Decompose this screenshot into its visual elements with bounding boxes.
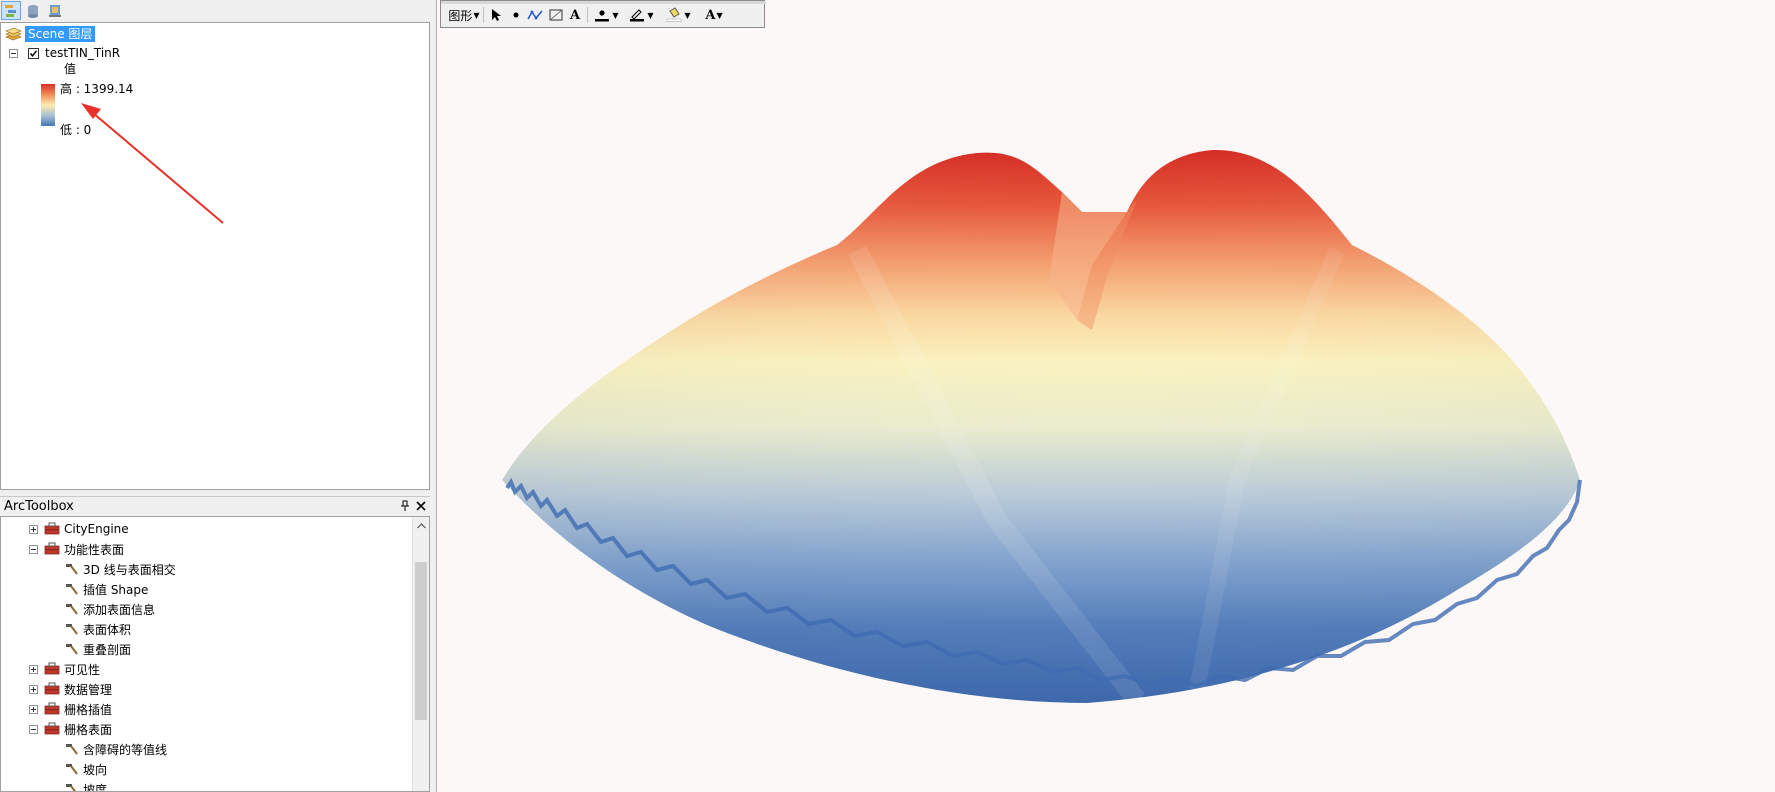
scroll-up-icon[interactable] bbox=[413, 517, 429, 534]
hammer-icon bbox=[63, 642, 79, 656]
tree-item-label: 坡度 bbox=[83, 782, 108, 792]
tree-item-label: 坡向 bbox=[83, 762, 108, 777]
tree-item-label: 添加表面信息 bbox=[83, 602, 156, 617]
hammer-icon bbox=[63, 622, 79, 636]
tin-surface-3d[interactable] bbox=[437, 0, 1775, 792]
dropdown-arrow-icon: ▼ bbox=[473, 10, 480, 20]
hammer-icon bbox=[63, 762, 79, 776]
toc-toolbar bbox=[0, 0, 437, 22]
table-of-contents: Scene 图层 testTIN_TinR 值 高 : 1399.14 低 : … bbox=[0, 22, 430, 490]
tool-row[interactable]: 重叠剖面 bbox=[63, 639, 131, 659]
panel-splitter[interactable] bbox=[430, 0, 437, 792]
marker-color-icon[interactable]: ▼ bbox=[591, 6, 621, 24]
arctoolbox-title: ArcToolbox bbox=[4, 499, 74, 514]
font-color-icon[interactable]: A ▼ bbox=[699, 6, 729, 24]
expand-icon[interactable] bbox=[29, 704, 38, 714]
tree-item-label: 栅格表面 bbox=[64, 722, 113, 737]
expand-icon[interactable] bbox=[29, 684, 38, 694]
tool-row[interactable]: 坡向 bbox=[63, 759, 107, 779]
select-pointer-icon[interactable] bbox=[488, 6, 504, 24]
toolbox-row[interactable]: 可见性 bbox=[29, 659, 100, 679]
draw-toolbar: 图形 ▼ A ▼ ▼ ▼ A ▼ bbox=[440, 0, 766, 28]
tree-item-label: 插值 Shape bbox=[83, 582, 149, 597]
pin-icon[interactable] bbox=[397, 498, 413, 514]
tool-row[interactable]: 表面体积 bbox=[63, 619, 131, 639]
tool-row[interactable]: 3D 线与表面相交 bbox=[63, 559, 176, 579]
arctoolbox-tree: CityEngine 功能性表面 3D 线与表面相交 插值 Shape 添加表面信息 表面… bbox=[0, 516, 430, 792]
toolbox-icon bbox=[44, 682, 60, 696]
toolbox-icon bbox=[44, 702, 60, 716]
close-icon[interactable] bbox=[413, 498, 429, 514]
scrollbar-thumb[interactable] bbox=[415, 562, 427, 720]
hammer-icon bbox=[63, 602, 79, 616]
point-icon[interactable] bbox=[508, 6, 524, 24]
tree-item-label: 数据管理 bbox=[64, 682, 113, 697]
fill-color-icon[interactable]: ▼ bbox=[663, 6, 693, 24]
list-by-visibility-icon[interactable] bbox=[45, 1, 65, 20]
tool-row[interactable]: 含障碍的等值线 bbox=[63, 739, 167, 759]
tree-item-label: 表面体积 bbox=[83, 622, 132, 637]
arctoolbox-header: ArcToolbox bbox=[0, 496, 430, 517]
tree-item-label: 可见性 bbox=[64, 662, 101, 677]
tool-row[interactable]: 坡度 bbox=[63, 779, 108, 792]
left-panel: Scene 图层 testTIN_TinR 值 高 : 1399.14 低 : … bbox=[0, 0, 437, 792]
expand-icon[interactable] bbox=[29, 664, 38, 674]
polyline-icon[interactable] bbox=[526, 6, 544, 24]
collapse-icon[interactable] bbox=[29, 724, 38, 734]
toolbox-row[interactable]: 栅格表面 bbox=[29, 719, 112, 739]
tree-item-label: 3D 线与表面相交 bbox=[83, 562, 176, 577]
annotation-arrow bbox=[81, 103, 224, 224]
hammer-icon bbox=[63, 782, 79, 791]
list-by-drawing-order-icon[interactable] bbox=[1, 1, 21, 20]
drawing-menu-button[interactable]: 图形 ▼ bbox=[447, 6, 481, 24]
tree-item-label: 功能性表面 bbox=[64, 542, 125, 557]
vertical-scrollbar[interactable] bbox=[412, 517, 429, 791]
list-by-source-icon[interactable] bbox=[23, 1, 43, 20]
tool-row[interactable]: 添加表面信息 bbox=[63, 599, 155, 619]
toolbox-icon bbox=[44, 522, 60, 536]
tree-item-label: CityEngine bbox=[64, 522, 129, 536]
text-icon[interactable]: A bbox=[567, 6, 583, 24]
tree-item-label: 含障碍的等值线 bbox=[83, 742, 168, 757]
toolbox-icon bbox=[44, 662, 60, 676]
toolbox-row[interactable]: CityEngine bbox=[29, 519, 129, 539]
collapse-icon[interactable] bbox=[29, 544, 38, 554]
scene-view[interactable]: 图形 ▼ A ▼ ▼ ▼ A ▼ bbox=[437, 0, 1775, 792]
toolbox-icon bbox=[44, 542, 60, 556]
toolbox-row[interactable]: 数据管理 bbox=[29, 679, 112, 699]
drawing-menu-label: 图形 bbox=[448, 8, 473, 23]
hammer-icon bbox=[63, 582, 79, 596]
tool-row[interactable]: 插值 Shape bbox=[63, 579, 148, 599]
expand-icon[interactable] bbox=[29, 524, 38, 534]
tree-item-label: 重叠剖面 bbox=[83, 642, 132, 657]
toolbox-row[interactable]: 功能性表面 bbox=[29, 539, 124, 559]
tree-item-label: 栅格插值 bbox=[64, 702, 113, 717]
toolbox-icon bbox=[44, 722, 60, 736]
line-color-icon[interactable]: ▼ bbox=[626, 6, 656, 24]
rectangle-icon[interactable] bbox=[547, 6, 565, 24]
toolbox-row[interactable]: 栅格插值 bbox=[29, 699, 112, 719]
hammer-icon bbox=[63, 562, 79, 576]
hammer-icon bbox=[63, 742, 79, 756]
